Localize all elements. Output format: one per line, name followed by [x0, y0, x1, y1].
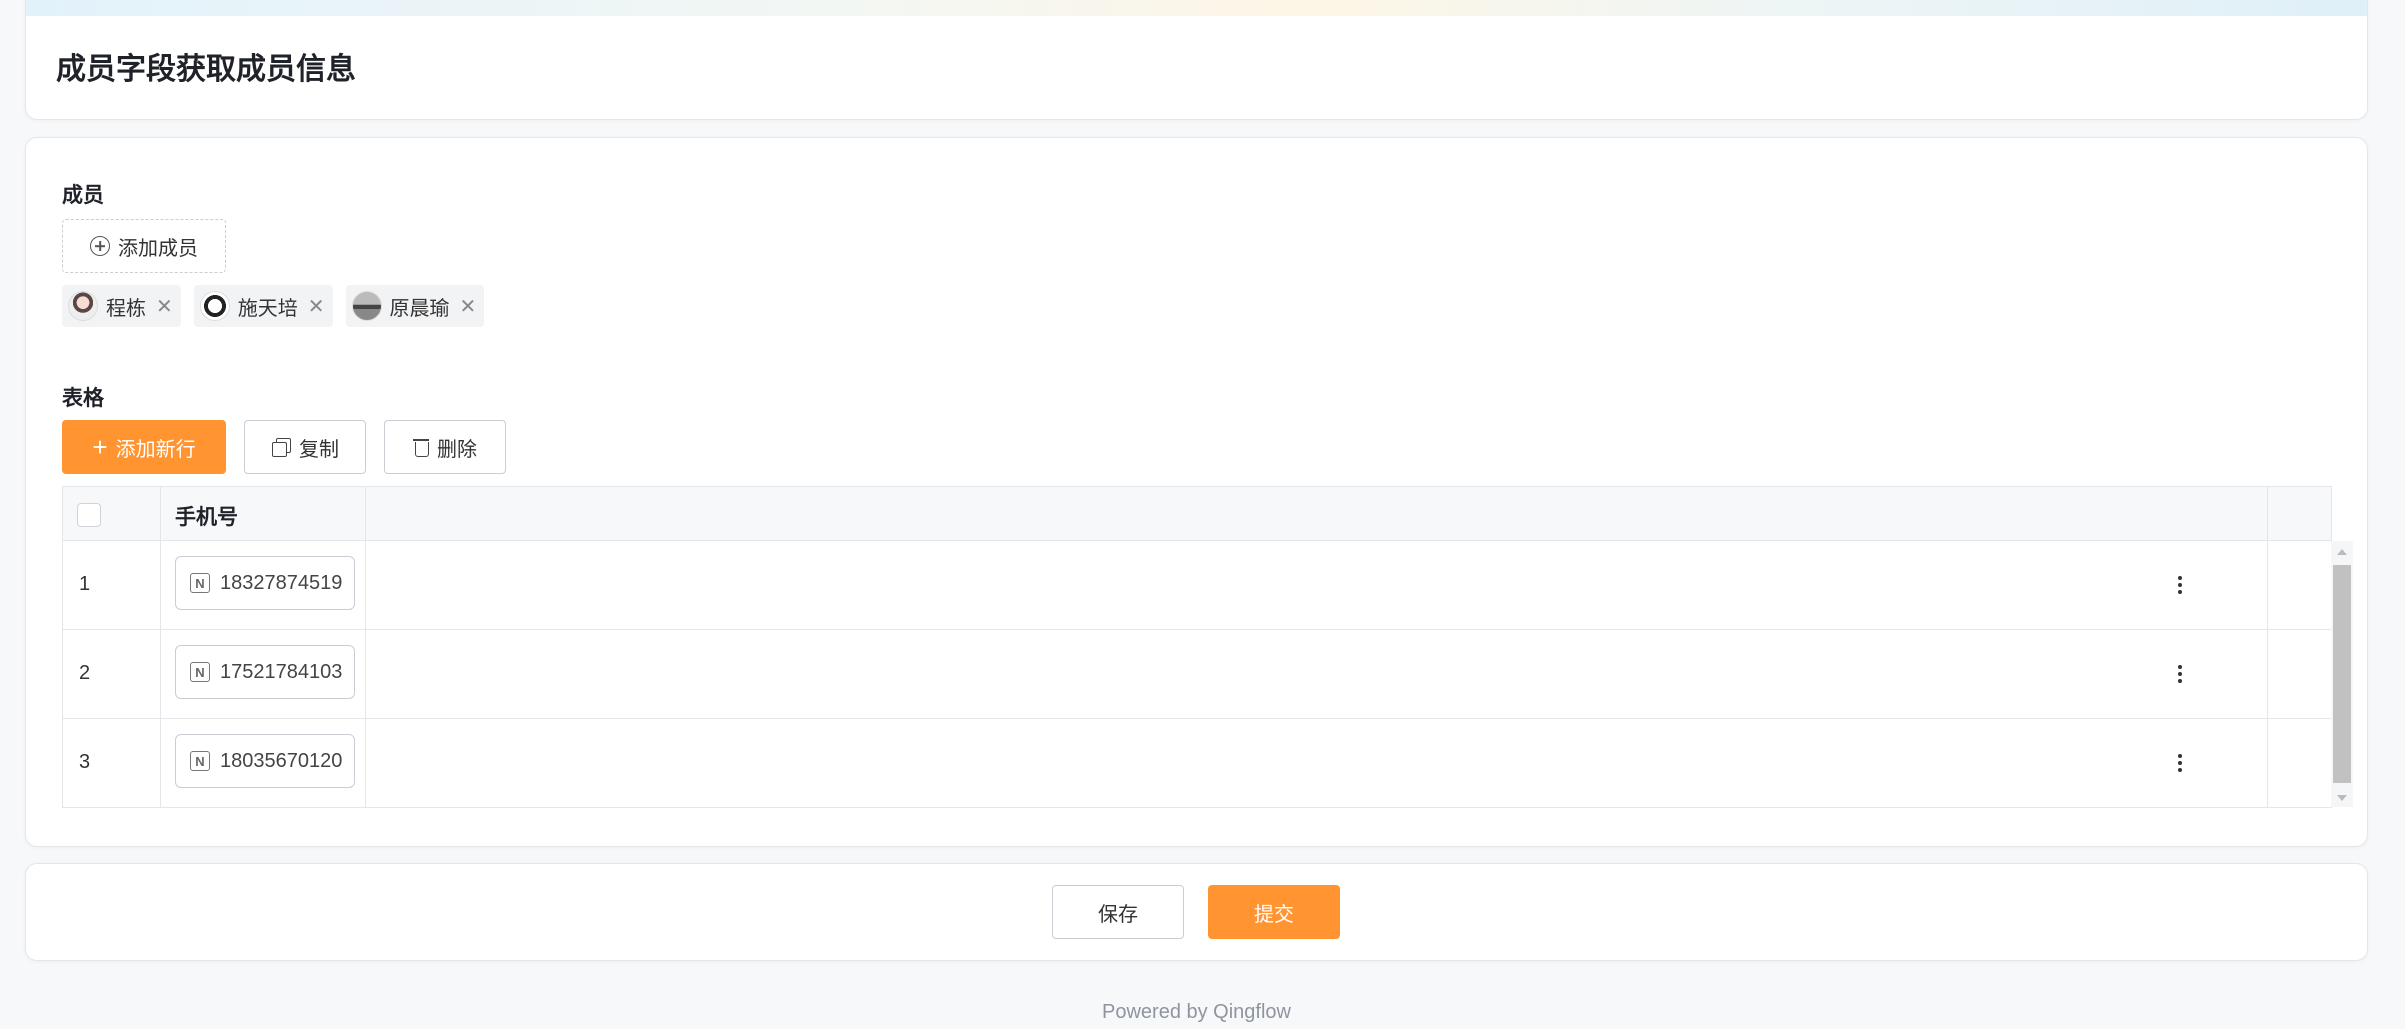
- copy-button[interactable]: 复制: [244, 420, 366, 474]
- table-scrollbar[interactable]: [2331, 541, 2353, 807]
- row-number: 2: [79, 662, 91, 684]
- header-gradient-bar: [26, 0, 2367, 16]
- table-row: 3 N 18035670120: [63, 719, 2331, 808]
- add-row-button[interactable]: + 添加新行: [62, 420, 226, 474]
- phone-input[interactable]: N 18035670120: [175, 734, 355, 788]
- save-button[interactable]: 保存: [1052, 885, 1184, 939]
- more-vertical-icon[interactable]: [2167, 749, 2193, 777]
- more-vertical-icon[interactable]: [2167, 571, 2193, 599]
- add-member-label: 添加成员: [118, 237, 198, 260]
- page-title: 成员字段获取成员信息: [56, 53, 356, 86]
- member-field-label: 成员: [62, 184, 104, 207]
- footer-card: 保存 提交: [25, 863, 2368, 961]
- member-tag[interactable]: 程栋 ✕: [62, 285, 181, 327]
- copy-label: 复制: [299, 438, 339, 461]
- scroll-up-arrow-icon[interactable]: [2337, 549, 2347, 555]
- member-name: 原晨瑜: [389, 297, 450, 320]
- add-circle-icon: [90, 236, 110, 256]
- add-member-button[interactable]: 添加成员: [62, 219, 226, 273]
- table-row: 1 N 18327874519: [63, 541, 2331, 630]
- row-number: 1: [79, 573, 91, 595]
- row-number: 3: [79, 751, 91, 773]
- powered-by-text: Powered by Qingflow: [1102, 1001, 1291, 1023]
- number-field-icon: N: [190, 662, 210, 682]
- delete-button[interactable]: 删除: [384, 420, 506, 474]
- avatar: [351, 291, 382, 321]
- add-row-label: 添加新行: [115, 438, 196, 461]
- phone-value: 17521784103: [220, 660, 343, 683]
- select-all-checkbox[interactable]: [77, 503, 101, 527]
- plus-icon: +: [92, 432, 108, 462]
- trash-icon: [413, 437, 429, 457]
- scroll-thumb[interactable]: [2333, 565, 2351, 783]
- member-tags: 程栋 ✕ 施天培 ✕ 原晨瑜 ✕: [62, 285, 485, 327]
- scroll-down-arrow-icon[interactable]: [2337, 795, 2347, 801]
- more-vertical-icon[interactable]: [2167, 660, 2193, 688]
- member-name: 施天培: [237, 297, 298, 320]
- form-card: 成员 添加成员 程栋 ✕ 施天培 ✕ 原晨瑜 ✕ 表格 + 添加新行 复制 删除: [25, 137, 2368, 847]
- number-field-icon: N: [190, 751, 210, 771]
- number-field-icon: N: [190, 573, 210, 593]
- phone-value: 18035670120: [220, 749, 343, 772]
- phone-value: 18327874519: [220, 571, 343, 594]
- close-icon[interactable]: ✕: [308, 294, 325, 319]
- copy-icon: [271, 437, 291, 457]
- table-field-label: 表格: [62, 387, 104, 410]
- submit-button[interactable]: 提交: [1208, 885, 1340, 939]
- delete-label: 删除: [437, 438, 477, 461]
- member-tag[interactable]: 施天培 ✕: [193, 285, 333, 327]
- avatar: [68, 291, 98, 321]
- table-row: 2 N 17521784103: [63, 630, 2331, 719]
- table-header: 手机号: [63, 487, 2331, 541]
- avatar: [199, 291, 230, 321]
- phone-input[interactable]: N 18327874519: [175, 556, 355, 610]
- sub-table: 手机号 1 N 18327874519 2 N 17521784103 3 N: [62, 486, 2353, 808]
- phone-input[interactable]: N 17521784103: [175, 645, 355, 699]
- member-tag[interactable]: 原晨瑜 ✕: [345, 285, 485, 327]
- column-header-phone: 手机号: [175, 506, 238, 529]
- header-card: 成员字段获取成员信息: [25, 0, 2368, 120]
- member-name: 程栋: [106, 297, 146, 320]
- close-icon[interactable]: ✕: [460, 294, 477, 319]
- close-icon[interactable]: ✕: [156, 294, 173, 319]
